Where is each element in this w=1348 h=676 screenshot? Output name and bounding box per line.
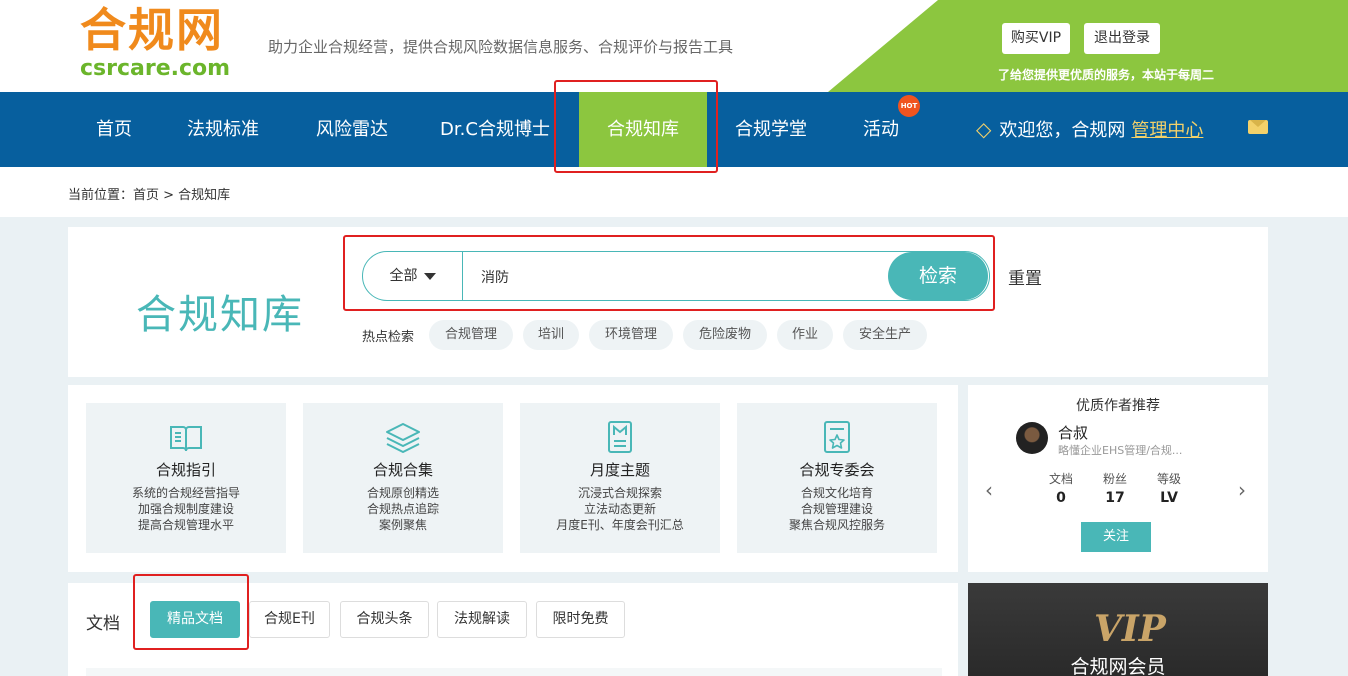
- hot-tag[interactable]: 作业: [777, 320, 833, 350]
- site-slogan: 助力企业合规经营，提供合规风险数据信息服务、合规评价与报告工具: [268, 38, 734, 56]
- tab-interpretation[interactable]: 法规解读: [437, 601, 527, 638]
- breadcrumb: 当前位置：首页 > 合规知库: [68, 188, 231, 203]
- welcome-text: 欢迎您，合规网: [999, 120, 1126, 141]
- author-bio: 略懂企业EHS管理/合规...: [1058, 444, 1183, 457]
- category-desc-line: 提高合规管理水平: [137, 518, 234, 532]
- chevron-right-icon[interactable]: ›: [1238, 478, 1246, 502]
- follow-button[interactable]: 关注: [1081, 522, 1151, 552]
- highlight-premium-tab: [133, 574, 249, 650]
- category-desc-line: 聚焦合规风控服务: [788, 518, 885, 532]
- hot-tag[interactable]: 培训: [523, 320, 579, 350]
- logo-en-text: csrcare.com: [80, 56, 231, 81]
- category-desc: 合规原创精选 合规热点追踪 案例聚焦: [303, 485, 503, 533]
- nav-item-home[interactable]: 首页: [76, 92, 152, 167]
- category-card-guide[interactable]: 合规指引 系统的合规经营指导 加强合规制度建设 提高合规管理水平: [86, 403, 286, 553]
- avatar[interactable]: [1016, 422, 1048, 454]
- stat-value: LV: [1160, 490, 1178, 506]
- reset-button[interactable]: 重置: [1008, 264, 1042, 289]
- hot-tag[interactable]: 合规管理: [429, 320, 513, 350]
- nav-item-academy[interactable]: 合规学堂: [722, 92, 820, 167]
- category-desc: 沉浸式合规探索 立法动态更新 月度E刊、年度会刊汇总: [520, 485, 720, 533]
- document-label: 文档: [86, 614, 120, 634]
- hot-badge: HOT: [898, 95, 920, 117]
- category-desc-line: 案例聚焦: [378, 518, 427, 532]
- hot-tag[interactable]: 安全生产: [843, 320, 927, 350]
- stat-label: 等级: [1156, 472, 1181, 486]
- category-card-committee[interactable]: 合规专委会 合规文化培育 合规管理建设 聚焦合规风控服务: [737, 403, 937, 553]
- notice-marquee: 了给您提供更优质的服务，本站于每周二: [998, 68, 1215, 82]
- stat-label: 粉丝: [1102, 472, 1127, 486]
- nav-item-drc[interactable]: Dr.C合规博士: [432, 92, 558, 167]
- nav-item-regulations[interactable]: 法规标准: [170, 92, 276, 167]
- buy-vip-button[interactable]: 购买VIP: [1002, 23, 1070, 54]
- category-desc-line: 立法动态更新: [583, 502, 656, 516]
- stat-value: 0: [1056, 490, 1066, 506]
- mail-icon[interactable]: [1248, 120, 1268, 134]
- highlight-search-box: [343, 235, 995, 311]
- highlight-nav-knowledge: [554, 80, 718, 173]
- category-title: 合规指引: [155, 461, 216, 479]
- nav-item-risk-radar[interactable]: 风险雷达: [298, 92, 406, 167]
- logout-button[interactable]: 退出登录: [1084, 23, 1160, 54]
- site-logo[interactable]: 合规网 csrcare.com: [80, 4, 250, 84]
- category-card-monthly[interactable]: 月度主题 沉浸式合规探索 立法动态更新 月度E刊、年度会刊汇总: [520, 403, 720, 553]
- category-desc: 合规文化培育 合规管理建设 聚焦合规风控服务: [737, 485, 937, 533]
- category-title: 合规合集: [372, 461, 433, 479]
- category-desc-line: 系统的合规经营指导: [131, 486, 240, 500]
- category-desc-line: 沉浸式合规探索: [577, 486, 662, 500]
- tab-headlines[interactable]: 合规头条: [340, 601, 429, 638]
- category-title: 合规专委会: [799, 461, 875, 479]
- stat-label: 文档: [1048, 472, 1073, 486]
- category-desc-line: 加强合规制度建设: [137, 502, 234, 516]
- vip-title: 合规网会员: [1070, 656, 1166, 676]
- author-name[interactable]: 合叔: [1058, 422, 1088, 443]
- category-desc-line: 合规原创精选: [366, 486, 439, 500]
- vip-logo: VIP: [1094, 608, 1166, 650]
- hot-search-label: 热点检索: [362, 330, 415, 345]
- chevron-left-icon[interactable]: ‹: [985, 478, 993, 502]
- certificate-icon: [824, 421, 850, 453]
- logo-cn-text: 合规网: [80, 3, 224, 57]
- category-card-collection[interactable]: 合规合集 合规原创精选 合规热点追踪 案例聚焦: [303, 403, 503, 553]
- page-title: 合规知库: [136, 292, 304, 338]
- category-desc: 系统的合规经营指导 加强合规制度建设 提高合规管理水平: [86, 485, 286, 533]
- stat-value: 17: [1105, 490, 1125, 506]
- layers-icon: [386, 423, 420, 453]
- tab-free[interactable]: 限时免费: [536, 601, 625, 638]
- book-icon: [170, 426, 202, 452]
- category-title: 月度主题: [589, 461, 650, 479]
- category-desc-line: 月度E刊、年度会刊汇总: [556, 518, 684, 532]
- document-m-icon: [608, 421, 632, 453]
- welcome-area: ◇ 欢迎您，合规网 管理中心: [976, 92, 1203, 167]
- diamond-icon: ◇: [976, 117, 992, 141]
- tab-e-journal[interactable]: 合规E刊: [249, 601, 330, 638]
- author-heading: 优质作者推荐: [1076, 398, 1160, 414]
- document-list-top: [86, 668, 942, 676]
- category-desc-line: 合规热点追踪: [366, 502, 439, 516]
- hot-tag[interactable]: 危险废物: [683, 320, 767, 350]
- management-center-link[interactable]: 管理中心: [1131, 120, 1203, 141]
- category-desc-line: 合规管理建设: [800, 502, 873, 516]
- hot-tag[interactable]: 环境管理: [589, 320, 673, 350]
- category-desc-line: 合规文化培育: [800, 486, 873, 500]
